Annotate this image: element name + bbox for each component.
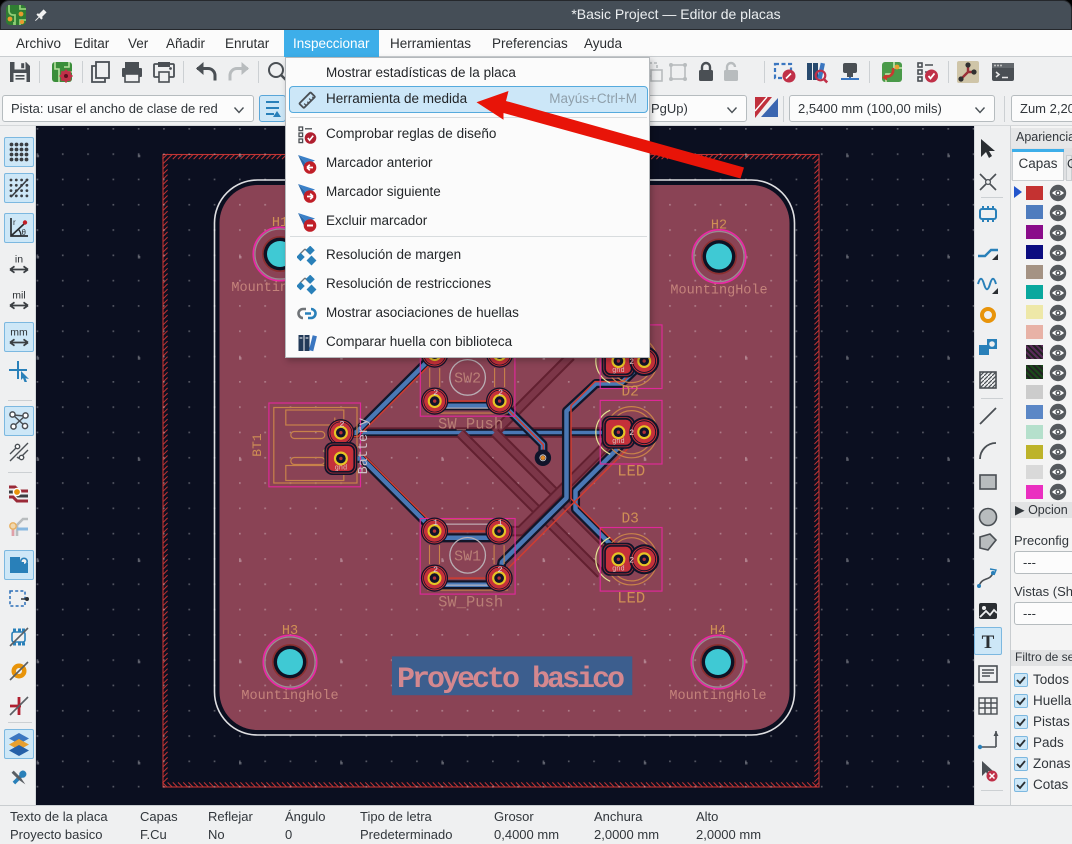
svg-text:H4: H4 <box>710 624 726 639</box>
svg-text:H2: H2 <box>711 219 727 234</box>
svg-text:MountingHole: MountingHole <box>670 284 767 299</box>
svg-text:1: 1 <box>498 518 503 528</box>
svg-text:Proyecto basico: Proyecto basico <box>397 663 625 697</box>
svg-text:gnd: gnd <box>612 367 625 375</box>
svg-text:MountingHole: MountingHole <box>669 689 766 704</box>
svg-text:mm: mm <box>10 327 28 339</box>
svg-text:mil: mil <box>12 290 25 302</box>
svg-text:2: 2 <box>629 556 634 565</box>
svg-text:2: 2 <box>498 565 503 575</box>
svg-text:2: 2 <box>433 565 438 575</box>
svg-text:gnd: gnd <box>335 465 348 473</box>
svg-text:r: r <box>13 218 16 227</box>
svg-text:BT1: BT1 <box>250 433 265 457</box>
svg-text:D3: D3 <box>621 512 638 528</box>
svg-text:LED: LED <box>617 463 645 481</box>
svg-text:2: 2 <box>498 388 503 398</box>
svg-text:2: 2 <box>629 358 634 367</box>
svg-text:SW2: SW2 <box>454 370 481 387</box>
svg-text:in: in <box>15 254 23 266</box>
svg-text:1: 1 <box>433 518 438 528</box>
svg-text:MountingHole: MountingHole <box>241 689 338 704</box>
svg-text:θ: θ <box>22 228 27 237</box>
svg-text:gnd: gnd <box>612 565 625 573</box>
svg-text:LED: LED <box>617 590 645 608</box>
svg-text:2: 2 <box>339 420 344 430</box>
svg-text:SW_Push: SW_Push <box>438 416 503 434</box>
svg-text:2: 2 <box>629 429 634 438</box>
svg-text:D2: D2 <box>621 384 638 400</box>
svg-text:SW_Push: SW_Push <box>438 594 503 612</box>
svg-text:H3: H3 <box>282 624 298 639</box>
svg-text:T: T <box>982 632 995 653</box>
svg-text:Battery: Battery <box>357 418 372 475</box>
svg-text:2: 2 <box>433 388 438 398</box>
svg-text:SW1: SW1 <box>454 548 481 565</box>
svg-text:gnd: gnd <box>612 438 625 446</box>
